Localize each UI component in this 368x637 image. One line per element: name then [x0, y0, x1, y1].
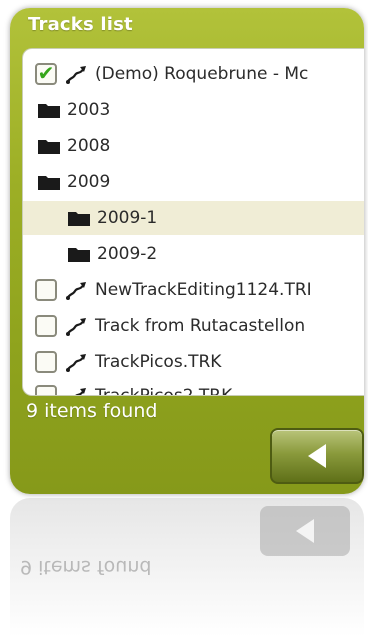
track-route-icon	[66, 318, 86, 336]
folder-icon	[68, 248, 90, 262]
list-item-folder-2009[interactable]: 2009	[23, 165, 364, 199]
list-item-folder-2003[interactable]: 2003	[23, 93, 364, 127]
list-item-track[interactable]: NewTrackEditing1124.TRI	[23, 273, 364, 307]
folder-label: 2008	[67, 136, 111, 156]
folder-label: 2009-1	[97, 208, 158, 228]
track-label: TrackPicos.TRK	[95, 352, 222, 372]
folder-label: 2003	[67, 100, 111, 120]
track-route-icon	[66, 66, 86, 84]
panel-reflection: 9 items found	[10, 498, 364, 637]
back-arrow-icon	[296, 519, 314, 543]
list-item-folder-2009-2[interactable]: 2009-2	[23, 237, 364, 271]
track-route-icon	[75, 388, 86, 395]
track-label: (Demo) Roquebrune - Mc	[95, 64, 309, 84]
panel-title: Tracks list	[28, 14, 133, 35]
folder-icon	[68, 212, 90, 226]
list-item-folder-2009-1[interactable]: 2009-1	[23, 201, 364, 235]
folder-label: 2009	[67, 172, 111, 192]
list-item-track[interactable]: Track from Rutacastellon	[23, 309, 364, 343]
track-checkbox[interactable]	[35, 351, 57, 373]
folder-icon	[38, 176, 60, 190]
back-arrow-icon	[308, 444, 326, 468]
track-label: TrackPicos2.TRK	[95, 386, 233, 396]
list-item-folder-2008[interactable]: 2008	[23, 129, 364, 163]
track-checkbox[interactable]: ✔	[35, 63, 57, 85]
back-button[interactable]	[270, 428, 364, 484]
items-found-status: 9 items found	[26, 400, 158, 422]
track-checkbox[interactable]	[35, 385, 57, 395]
track-label: NewTrackEditing1124.TRI	[95, 280, 312, 300]
track-route-icon	[66, 354, 86, 372]
tracks-list-panel: Tracks list ✔ (Demo) Roquebrune - Mc 200…	[10, 8, 364, 494]
folder-icon	[38, 104, 60, 118]
back-button-reflection	[260, 506, 350, 556]
list-item-track[interactable]: TrackPicos2.TRK	[23, 379, 364, 396]
tracks-list[interactable]: ✔ (Demo) Roquebrune - Mc 2003 2008 2009 …	[22, 48, 364, 396]
check-icon: ✔	[37, 60, 55, 85]
list-item-track-demo[interactable]: ✔ (Demo) Roquebrune - Mc	[23, 57, 364, 91]
track-label: Track from Rutacastellon	[95, 316, 306, 336]
list-item-track[interactable]: TrackPicos.TRK	[23, 345, 364, 379]
track-checkbox[interactable]	[35, 315, 57, 337]
track-checkbox[interactable]	[35, 279, 57, 301]
status-reflection: 9 items found	[20, 556, 152, 578]
track-route-icon	[66, 282, 86, 300]
folder-label: 2009-2	[97, 244, 158, 264]
folder-icon	[38, 140, 60, 154]
